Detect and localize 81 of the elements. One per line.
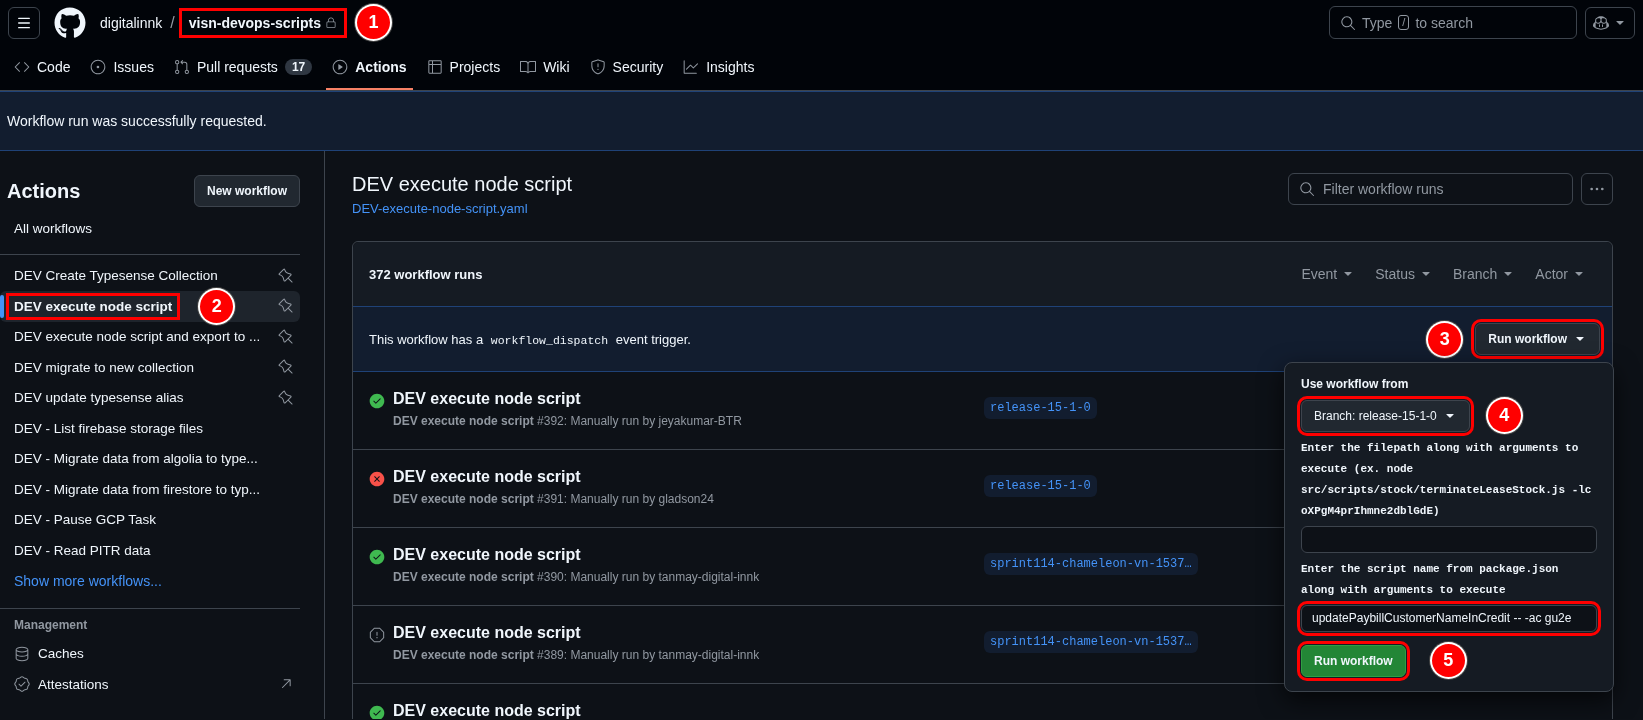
copilot-icon (1593, 14, 1609, 31)
show-more-link[interactable]: Show more workflows... (0, 565, 300, 596)
repo-tab[interactable]: Insights (677, 45, 761, 90)
run-title[interactable]: DEV execute node script (393, 546, 760, 564)
run-subtitle: DEV execute node script #392: Manually run by jeyakumar-BTR (393, 414, 742, 428)
issue-icon (90, 58, 107, 75)
verified-badge-icon (14, 676, 30, 693)
workflow-item[interactable]: DEV - Pause GCP Task (0, 504, 300, 535)
run-title[interactable]: DEV execute node script (393, 702, 581, 719)
pin-icon[interactable] (278, 328, 294, 345)
database-icon (14, 645, 30, 662)
graph-icon (683, 58, 700, 75)
filter-dropdown[interactable]: Actor (1525, 266, 1596, 282)
popup-label: Use workflow from (1301, 377, 1410, 391)
management-item[interactable]: Caches (0, 638, 300, 669)
repo-tab[interactable]: Security (583, 45, 670, 90)
path-separator: / (170, 13, 175, 32)
pin-icon[interactable] (278, 389, 294, 406)
sidebar-title: Actions (7, 179, 81, 203)
all-workflows-link[interactable]: All workflows (0, 213, 300, 244)
branch-tag[interactable]: release-15-1-0 (984, 397, 1097, 419)
repo-tab[interactable]: Pull requests 17 (167, 45, 319, 90)
repo-link[interactable]: visn-devops-scripts (182, 11, 343, 34)
workflow-item[interactable]: DEV execute node script and export to ... (0, 321, 300, 352)
workflow-item[interactable]: DEV - Read PITR data (0, 535, 300, 566)
pin-icon[interactable] (278, 359, 294, 376)
workflow-title: DEV execute node script (352, 173, 573, 196)
dispatch-notice: This workflow has a workflow_dispatch event trigger. (369, 331, 691, 347)
callout-badge: 4 (1487, 399, 1521, 432)
table-icon (426, 58, 443, 75)
callout-badge: 3 (1428, 322, 1462, 356)
repo-tab[interactable]: Code (8, 45, 77, 90)
run-title[interactable]: DEV execute node script (393, 468, 714, 486)
play-icon (332, 58, 349, 75)
runs-count: 372 workflow runs (369, 266, 483, 282)
workflow-item[interactable]: DEV migrate to new collection (0, 352, 300, 383)
search-icon (1340, 14, 1356, 31)
management-item[interactable]: Attestations (0, 669, 300, 700)
search-field[interactable]: Type / to search (1329, 6, 1577, 39)
pin-icon[interactable] (278, 267, 294, 284)
repo-tab[interactable]: Wiki (514, 45, 576, 90)
copilot-button[interactable] (1585, 6, 1635, 39)
branch-tag[interactable]: sprint114-chameleon-vn-1537… (984, 553, 1198, 575)
book-icon (520, 58, 537, 75)
filter-dropdown[interactable]: Status (1365, 266, 1443, 282)
run-subtitle: DEV execute node script #390: Manually run by tanmay-digital-innk (393, 570, 760, 584)
section-heading: Management (13, 616, 89, 634)
callout-badge: 2 (200, 289, 234, 323)
run-title[interactable]: DEV execute node script (393, 624, 760, 642)
pin-icon[interactable] (278, 298, 294, 315)
selection-indicator (0, 295, 4, 318)
workflow-item[interactable]: DEV - Migrate data from algolia to type... (0, 443, 300, 474)
branch-tag[interactable]: sprint114-chameleon-vn-1537… (984, 631, 1198, 653)
input-field[interactable] (1301, 526, 1597, 553)
run-subtitle: DEV execute node script #389: Manually run by tanmay-digital-innk (393, 648, 760, 662)
workflow-item[interactable]: DEV Create Typesense Collection (0, 260, 300, 291)
github-logo-icon[interactable] (54, 6, 86, 39)
callout-badge: 1 (357, 6, 390, 39)
workflow-item[interactable]: DEV - Migrate data from firestore to typ... (0, 474, 300, 505)
filter-dropdown[interactable]: Event (1291, 266, 1366, 282)
input-label: Enter the script name from package.json along with arguments to execute (1301, 562, 1560, 598)
lock-icon (325, 16, 337, 29)
filter-field[interactable]: Filter workflow runs (1288, 173, 1573, 205)
input-label: Enter the filepath along with arguments to execute (ex. node src/scripts/stock/terminateLeaseStock.js -lc oXPgM4prIhmne2dblGdE) (1301, 441, 1593, 519)
run-title[interactable]: DEV execute node script (393, 390, 742, 408)
search-icon (1299, 181, 1315, 197)
success-banner: Workflow run was successfully requested. (0, 91, 1643, 151)
workflow-item[interactable]: DEV - List firebase storage files (0, 413, 300, 444)
shield-icon (589, 58, 606, 75)
pull-request-icon (173, 58, 190, 75)
workflow-item[interactable]: DEV update typesense alias (0, 382, 300, 413)
owner-link[interactable]: digitalinnk (100, 14, 163, 31)
menu-button[interactable] (8, 6, 40, 39)
callout-badge: 5 (1431, 644, 1465, 677)
repo-tab[interactable]: Issues (84, 45, 160, 90)
workflow-file-link[interactable]: DEV-execute-node-script.yaml (352, 201, 528, 216)
branch-tag[interactable]: release-15-1-0 (984, 475, 1097, 497)
run-subtitle: DEV execute node script #391: Manually run by gladson24 (393, 492, 714, 506)
new-workflow-button[interactable]: New workflow (194, 175, 300, 207)
filter-dropdown[interactable]: Branch (1442, 266, 1526, 282)
repo-tab[interactable]: Projects (420, 45, 507, 90)
